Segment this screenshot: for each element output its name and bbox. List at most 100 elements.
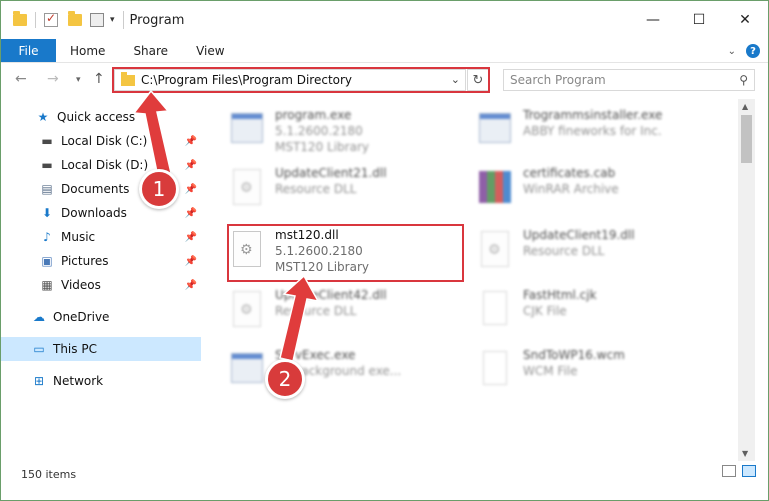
- ribbon-right: ⌄ ?: [728, 39, 760, 63]
- tab-share[interactable]: Share: [119, 39, 182, 62]
- pin-icon[interactable]: 📌: [185, 280, 197, 291]
- file-highlight-box: [227, 224, 464, 282]
- item-count: 150 items: [21, 467, 77, 481]
- file-item[interactable]: FastHtml.cjk CJK File: [475, 287, 715, 339]
- help-icon[interactable]: ?: [746, 44, 760, 58]
- tab-home[interactable]: Home: [56, 39, 119, 62]
- nav-local-disk-c[interactable]: ▬ Local Disk (C:) 📌: [1, 129, 201, 153]
- properties-check-icon[interactable]: [44, 11, 58, 27]
- dll-icon: [475, 229, 515, 273]
- file-item[interactable]: UpdateClient42.dll Resource DLL: [227, 287, 467, 339]
- address-row: ← → ▾ ↑ C:\Program Files\Program Directo…: [1, 63, 768, 97]
- file-item[interactable]: program.exe 5.1.2600.2180 MST120 Library: [227, 107, 467, 159]
- file-name: UpdateClient19.dll: [523, 228, 635, 242]
- file-description: MST120 Library: [275, 140, 369, 154]
- file-name: Trogrammsinstaller.exe: [523, 108, 663, 122]
- details-view-icon[interactable]: [722, 465, 736, 477]
- nav-network[interactable]: ⊞ Network: [1, 369, 201, 393]
- pin-icon[interactable]: 📌: [185, 256, 197, 267]
- scroll-down-arrow-icon[interactable]: ▼: [742, 449, 748, 458]
- exe-icon: [475, 109, 515, 153]
- file-name: program.exe: [275, 108, 352, 122]
- nav-music[interactable]: ♪ Music 📌: [1, 225, 201, 249]
- nav-label: Videos: [61, 278, 101, 292]
- computer-icon: ▭: [33, 342, 45, 356]
- window-title: Program: [129, 12, 185, 28]
- network-icon: ⊞: [33, 374, 45, 388]
- ribbon-tabs: File Home Share View ⌄ ?: [1, 39, 768, 63]
- title-divider: [122, 11, 124, 29]
- tab-file[interactable]: File: [1, 39, 56, 62]
- pin-icon[interactable]: 📌: [185, 232, 197, 243]
- recent-locations-icon[interactable]: ▾: [76, 75, 81, 85]
- pin-icon[interactable]: 📌: [185, 208, 197, 219]
- customize-toolbar-arrow-icon[interactable]: ▾: [110, 15, 115, 25]
- tiles-view-icon[interactable]: [742, 465, 756, 477]
- nav-videos[interactable]: ▦ Videos 📌: [1, 273, 201, 297]
- file-item[interactable]: Trogrammsinstaller.exe ABBY fineworks fo…: [475, 107, 715, 159]
- vertical-scrollbar[interactable]: ▲ ▼: [738, 99, 755, 461]
- file-item[interactable]: certificates.cab WinRAR Archive: [475, 165, 715, 217]
- navigation-pane: ★ Quick access ▬ Local Disk (C:) 📌 ▬ Loc…: [1, 99, 206, 459]
- search-input[interactable]: Search Program ⚲: [503, 69, 755, 91]
- file-name: FastHtml.cjk: [523, 288, 597, 302]
- maximize-button[interactable]: ☐: [676, 1, 722, 39]
- file-version: 5.1.2600.2180: [275, 124, 363, 138]
- file-name: UpdateClient42.dll: [275, 288, 387, 302]
- scroll-up-arrow-icon[interactable]: ▲: [742, 102, 748, 111]
- pin-icon[interactable]: 📌: [185, 160, 197, 171]
- file-type: WinRAR Archive: [523, 182, 619, 196]
- quick-access-toolbar: ▾: [13, 10, 115, 30]
- annotation-badge-2: 2: [265, 359, 305, 399]
- music-icon: ♪: [43, 230, 51, 244]
- minimize-button[interactable]: —: [630, 1, 676, 39]
- forward-arrow-icon[interactable]: →: [47, 71, 59, 87]
- nav-label: Documents: [61, 182, 130, 196]
- nav-label: Downloads: [61, 206, 127, 220]
- nav-pictures[interactable]: ▣ Pictures 📌: [1, 249, 201, 273]
- documents-icon: ▤: [41, 182, 53, 196]
- close-button[interactable]: ✕: [722, 1, 768, 39]
- nav-label: Quick access: [57, 110, 136, 124]
- file-name: certificates.cab: [523, 166, 616, 180]
- up-arrow-icon[interactable]: ↑: [93, 71, 105, 87]
- nav-onedrive[interactable]: ☁ OneDrive: [1, 305, 201, 329]
- scrollbar-thumb[interactable]: [741, 115, 752, 163]
- title-bar: ▾ Program — ☐ ✕: [1, 1, 768, 39]
- file-item[interactable]: SndToWP16.wcm WCM File: [475, 347, 715, 399]
- nav-label: This PC: [53, 342, 97, 356]
- new-folder-icon[interactable]: [68, 11, 82, 26]
- toolbar-divider: [35, 12, 36, 28]
- file-item[interactable]: UpdateClient21.dll Resource DLL: [227, 165, 467, 217]
- address-highlight-box: [112, 67, 490, 93]
- tab-view[interactable]: View: [182, 39, 238, 62]
- exe-icon: [227, 109, 267, 153]
- file-type: Resource DLL: [523, 244, 605, 258]
- back-arrow-icon[interactable]: ←: [15, 71, 27, 87]
- search-placeholder: Search Program: [510, 73, 606, 87]
- window-controls: — ☐ ✕: [630, 1, 768, 39]
- drive-d-icon: ▬: [41, 158, 53, 172]
- nav-label: Pictures: [61, 254, 109, 268]
- folder-icon[interactable]: [13, 11, 27, 26]
- file-type: WCM File: [523, 364, 578, 378]
- file-item[interactable]: ServExec.exe EY background exe...: [227, 347, 467, 399]
- file-type: ABBY fineworks for Inc.: [523, 124, 662, 138]
- drive-c-icon: ▬: [41, 134, 53, 148]
- nav-label: Local Disk (D:): [61, 158, 149, 172]
- file-item[interactable]: UpdateClient19.dll Resource DLL: [475, 227, 715, 279]
- pin-icon[interactable]: 📌: [185, 136, 197, 147]
- nav-label: OneDrive: [53, 310, 110, 324]
- file-icon: [475, 289, 515, 333]
- expand-ribbon-icon[interactable]: ⌄: [728, 46, 736, 57]
- file-name: SndToWP16.wcm: [523, 348, 625, 362]
- view-options-icon[interactable]: [90, 13, 104, 27]
- dll-icon: [227, 167, 267, 211]
- nav-quick-access[interactable]: ★ Quick access: [1, 105, 201, 129]
- file-type: Resource DLL: [275, 304, 357, 318]
- star-icon: ★: [37, 110, 49, 124]
- file-icon: [475, 349, 515, 393]
- pin-icon[interactable]: 📌: [185, 184, 197, 195]
- dll-icon: [227, 289, 267, 333]
- nav-this-pc[interactable]: ▭ This PC: [1, 337, 201, 361]
